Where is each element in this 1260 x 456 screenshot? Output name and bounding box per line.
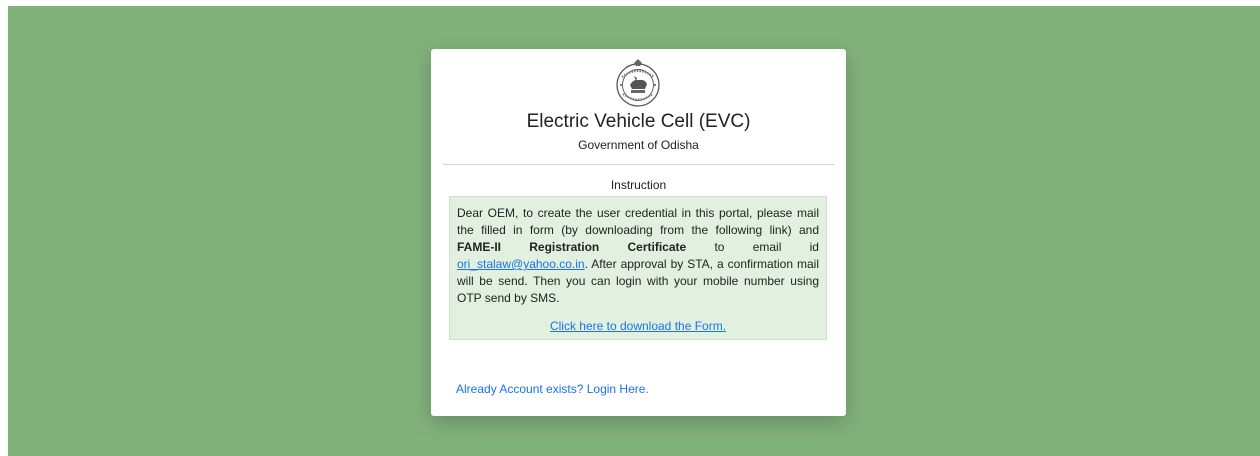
page-title: Electric Vehicle Cell (EVC) xyxy=(526,111,751,132)
instruction-text-part2: to email id xyxy=(686,240,819,254)
email-link[interactable]: ori_stalaw@yahoo.co.in xyxy=(457,257,585,271)
instruction-box: Dear OEM, to create the user credential … xyxy=(449,196,827,340)
info-card: Electric Vehicle Cell (EVC) Government o… xyxy=(431,49,846,416)
download-form-link[interactable]: Click here to download the Form. xyxy=(550,319,726,333)
instruction-text: Dear OEM, to create the user credential … xyxy=(457,205,819,307)
instruction-certificate-name: FAME-II Registration Certificate xyxy=(457,240,687,254)
instruction-text-part1: Dear OEM, to create the user credential … xyxy=(457,206,819,237)
login-link[interactable]: Already Account exists? Login Here. xyxy=(456,382,649,396)
divider xyxy=(443,164,834,165)
odisha-emblem-icon xyxy=(616,59,660,107)
download-link-container: Click here to download the Form. xyxy=(457,317,819,335)
instruction-heading: Instruction xyxy=(610,178,667,192)
page-background: Electric Vehicle Cell (EVC) Government o… xyxy=(8,6,1260,456)
page-subtitle: Government of Odisha xyxy=(578,138,699,152)
